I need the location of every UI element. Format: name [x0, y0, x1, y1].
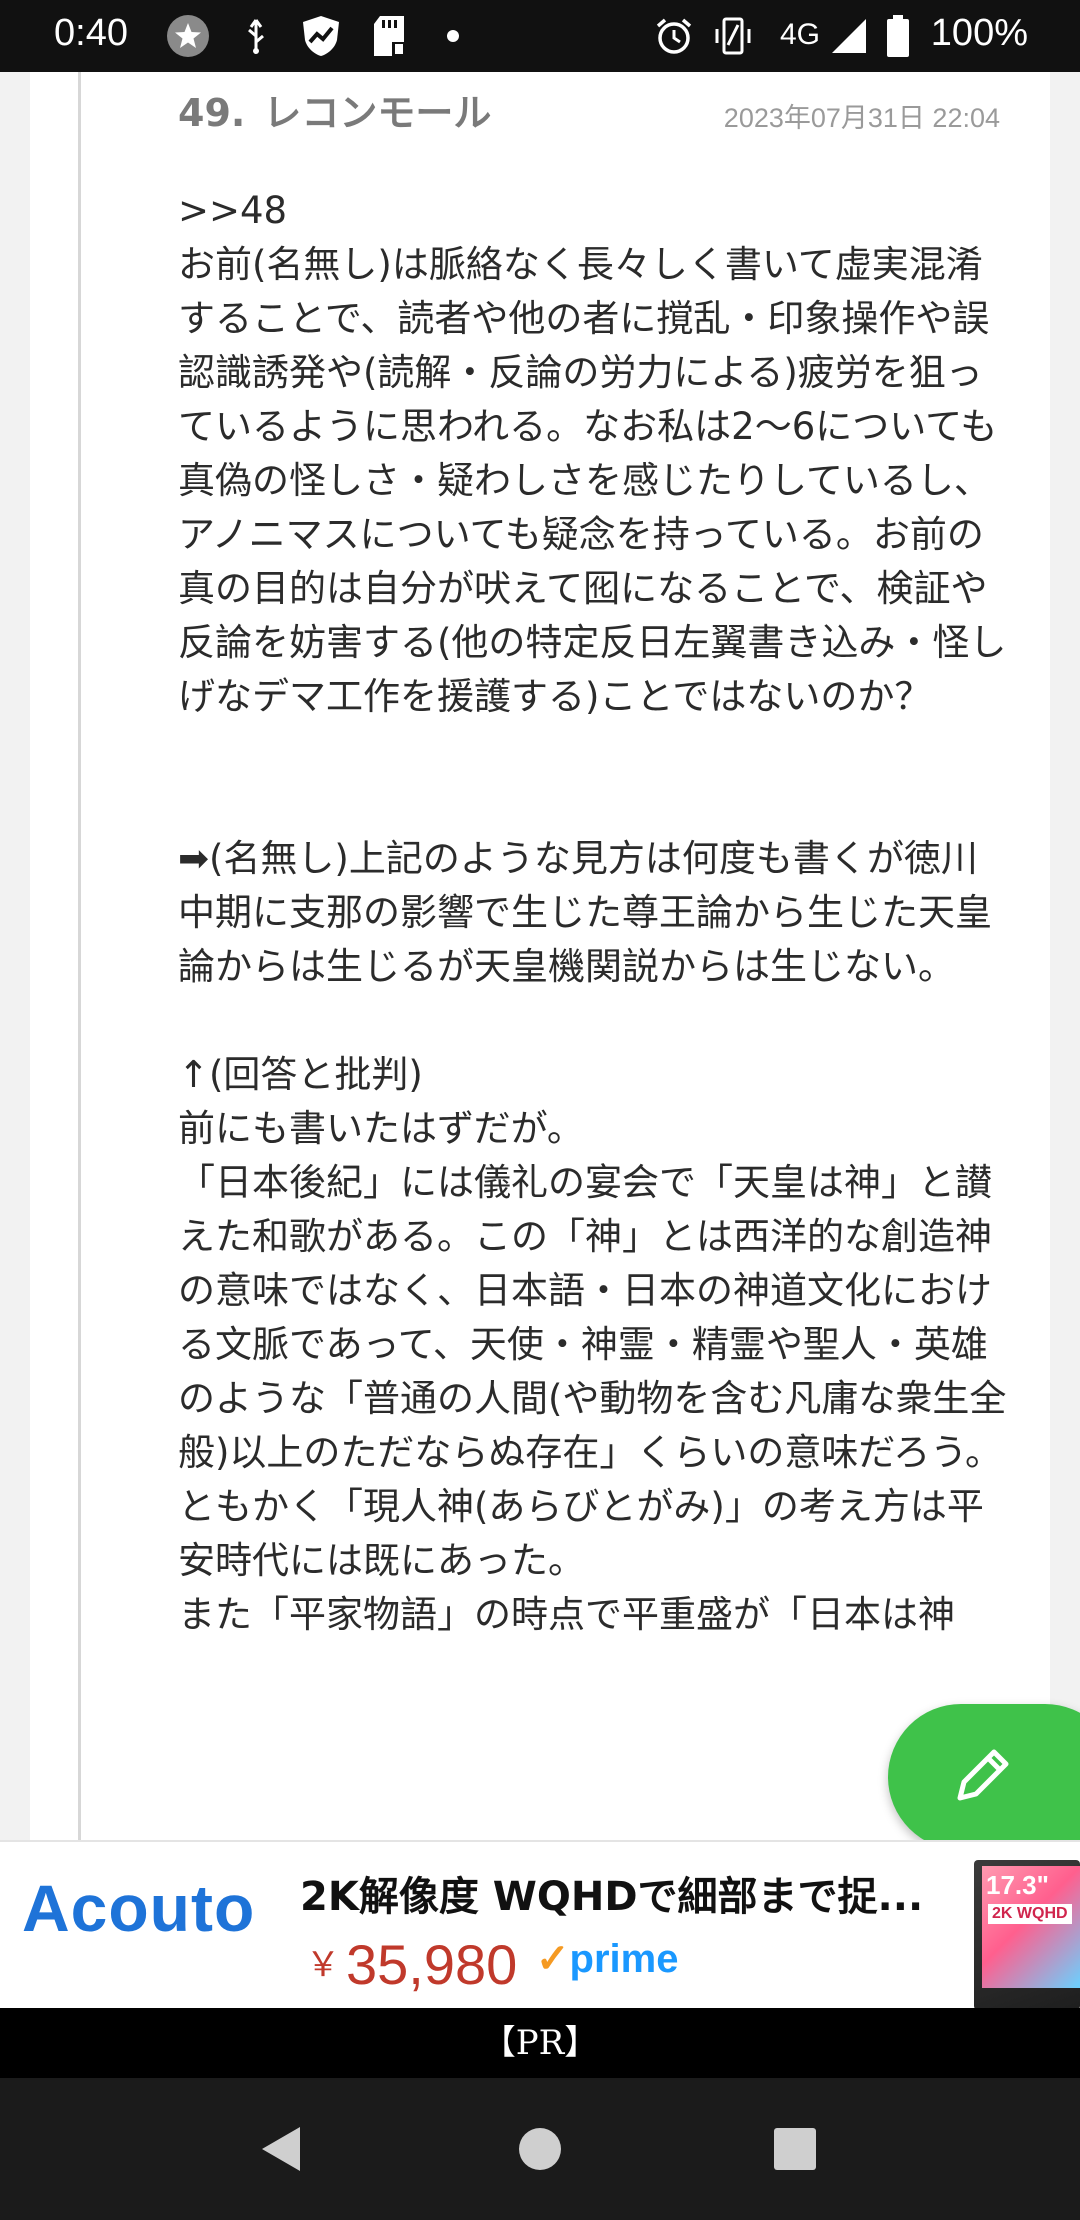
thread-line: [78, 72, 81, 1840]
network-type: 4G: [780, 18, 821, 51]
ad-prime-label: prime: [569, 1937, 679, 1981]
navigation-bar: [0, 2078, 1080, 2220]
alarm-icon: [654, 14, 694, 58]
ad-brand-logo: Acouto: [22, 1871, 256, 1945]
ad-banner[interactable]: Acouto 2K解像度 WQHDで細部まで捉... ￥ 35,980 ✓prim…: [0, 1840, 1080, 2010]
post-number: 49.: [178, 91, 246, 135]
prime-check-icon: ✓: [536, 1937, 570, 1981]
post-author[interactable]: レコンモール: [263, 91, 491, 135]
ad-image-size: 17.3": [986, 1870, 1049, 1900]
ad-product-image: 17.3" 2K WQHD: [974, 1860, 1080, 2010]
pencil-icon: [957, 1749, 1009, 1801]
home-icon[interactable]: [505, 2114, 575, 2184]
battery-percent: 100%: [930, 12, 1028, 54]
post-paragraph: ➡(名無し)上記のような見方は何度も書くが徳川中期に支那の影響で生じた尊王論から…: [178, 837, 992, 988]
post-paragraph: ↑(回答と批判) 前にも書いたはずだが。 「日本後紀」には儀礼の宴会で「天皇は神…: [178, 1053, 1007, 1636]
post-paragraph: >>48 お前(名無し)は脈絡なく長々しく書いて虚実混淆することで、読者や他の者…: [178, 189, 1007, 718]
ad-image-badge: 2K WQHD: [988, 1904, 1072, 1924]
pr-label: 【PR】: [0, 2008, 1080, 2078]
ad-prime-badge: ✓prime: [536, 1936, 678, 1982]
status-time: 0:40: [54, 12, 128, 54]
star-circle-icon: [166, 14, 210, 58]
post-header: 49. レコンモール 2023年07月31日 22:04: [178, 82, 1008, 142]
back-icon[interactable]: [246, 2114, 316, 2184]
post-body: >>48 お前(名無し)は脈絡なく長々しく書いて虚実混淆することで、読者や他の者…: [178, 184, 1008, 1642]
sd-card-icon: [370, 14, 410, 58]
status-bar: 0:40 4G 100%: [0, 0, 1080, 72]
ad-price: ￥ 35,980: [306, 1932, 517, 1997]
dot-icon: [446, 14, 460, 58]
vibrate-icon: [712, 14, 754, 58]
ad-currency: ￥: [306, 1946, 340, 1984]
signal-icon: [830, 14, 868, 58]
ad-price-value: 35,980: [346, 1933, 518, 1996]
usb-icon: [244, 14, 268, 58]
ad-title: 2K解像度 WQHDで細部まで捉...: [300, 1874, 924, 1920]
compose-button[interactable]: [888, 1704, 1080, 1840]
recents-icon[interactable]: [760, 2114, 830, 2184]
post-date: 2023年07月31日 22:04: [723, 103, 1000, 133]
battery-icon: [886, 14, 910, 58]
shield-graph-icon: [300, 14, 342, 58]
thread-page[interactable]: 49. レコンモール 2023年07月31日 22:04 >>48 お前(名無し)…: [0, 72, 1080, 1840]
